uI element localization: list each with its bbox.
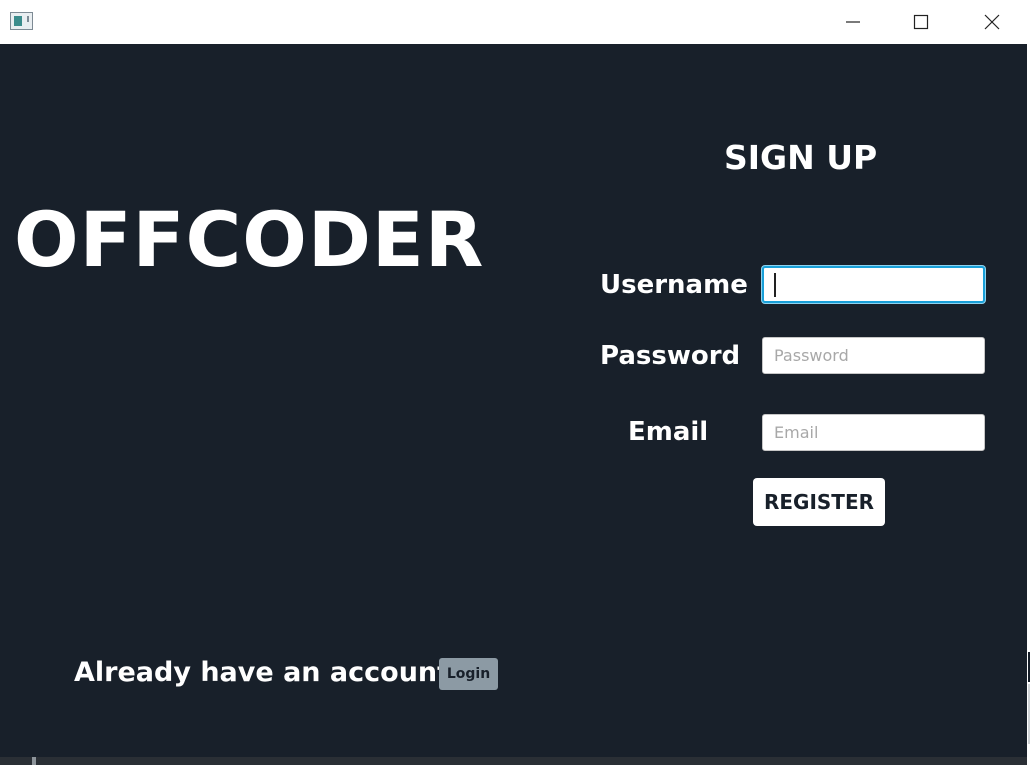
maximize-button[interactable] xyxy=(898,0,944,44)
app-logo-text: OFFCODER xyxy=(14,195,485,284)
minimize-button[interactable] xyxy=(830,0,876,44)
username-label: Username xyxy=(600,270,748,300)
edge-mark xyxy=(32,757,36,765)
app-window: OFFCODER SIGN UP Username Password Email… xyxy=(0,0,1030,765)
app-icon[interactable] xyxy=(10,12,33,30)
bottom-edge xyxy=(0,757,1027,765)
register-button[interactable]: REGISTER xyxy=(753,478,885,526)
maximize-icon xyxy=(913,14,929,30)
close-icon xyxy=(984,14,1000,30)
password-label: Password xyxy=(600,341,741,371)
close-button[interactable] xyxy=(969,0,1015,44)
email-label: Email xyxy=(628,417,709,447)
minimize-icon xyxy=(846,21,860,23)
login-button[interactable]: Login xyxy=(439,658,498,690)
username-input[interactable] xyxy=(762,266,985,303)
text-caret xyxy=(774,273,776,297)
email-input[interactable] xyxy=(762,414,985,451)
password-input[interactable] xyxy=(762,337,985,374)
title-bar[interactable] xyxy=(0,0,1030,44)
already-have-account-text: Already have an account? xyxy=(74,657,466,688)
signup-title: SIGN UP xyxy=(724,138,878,177)
